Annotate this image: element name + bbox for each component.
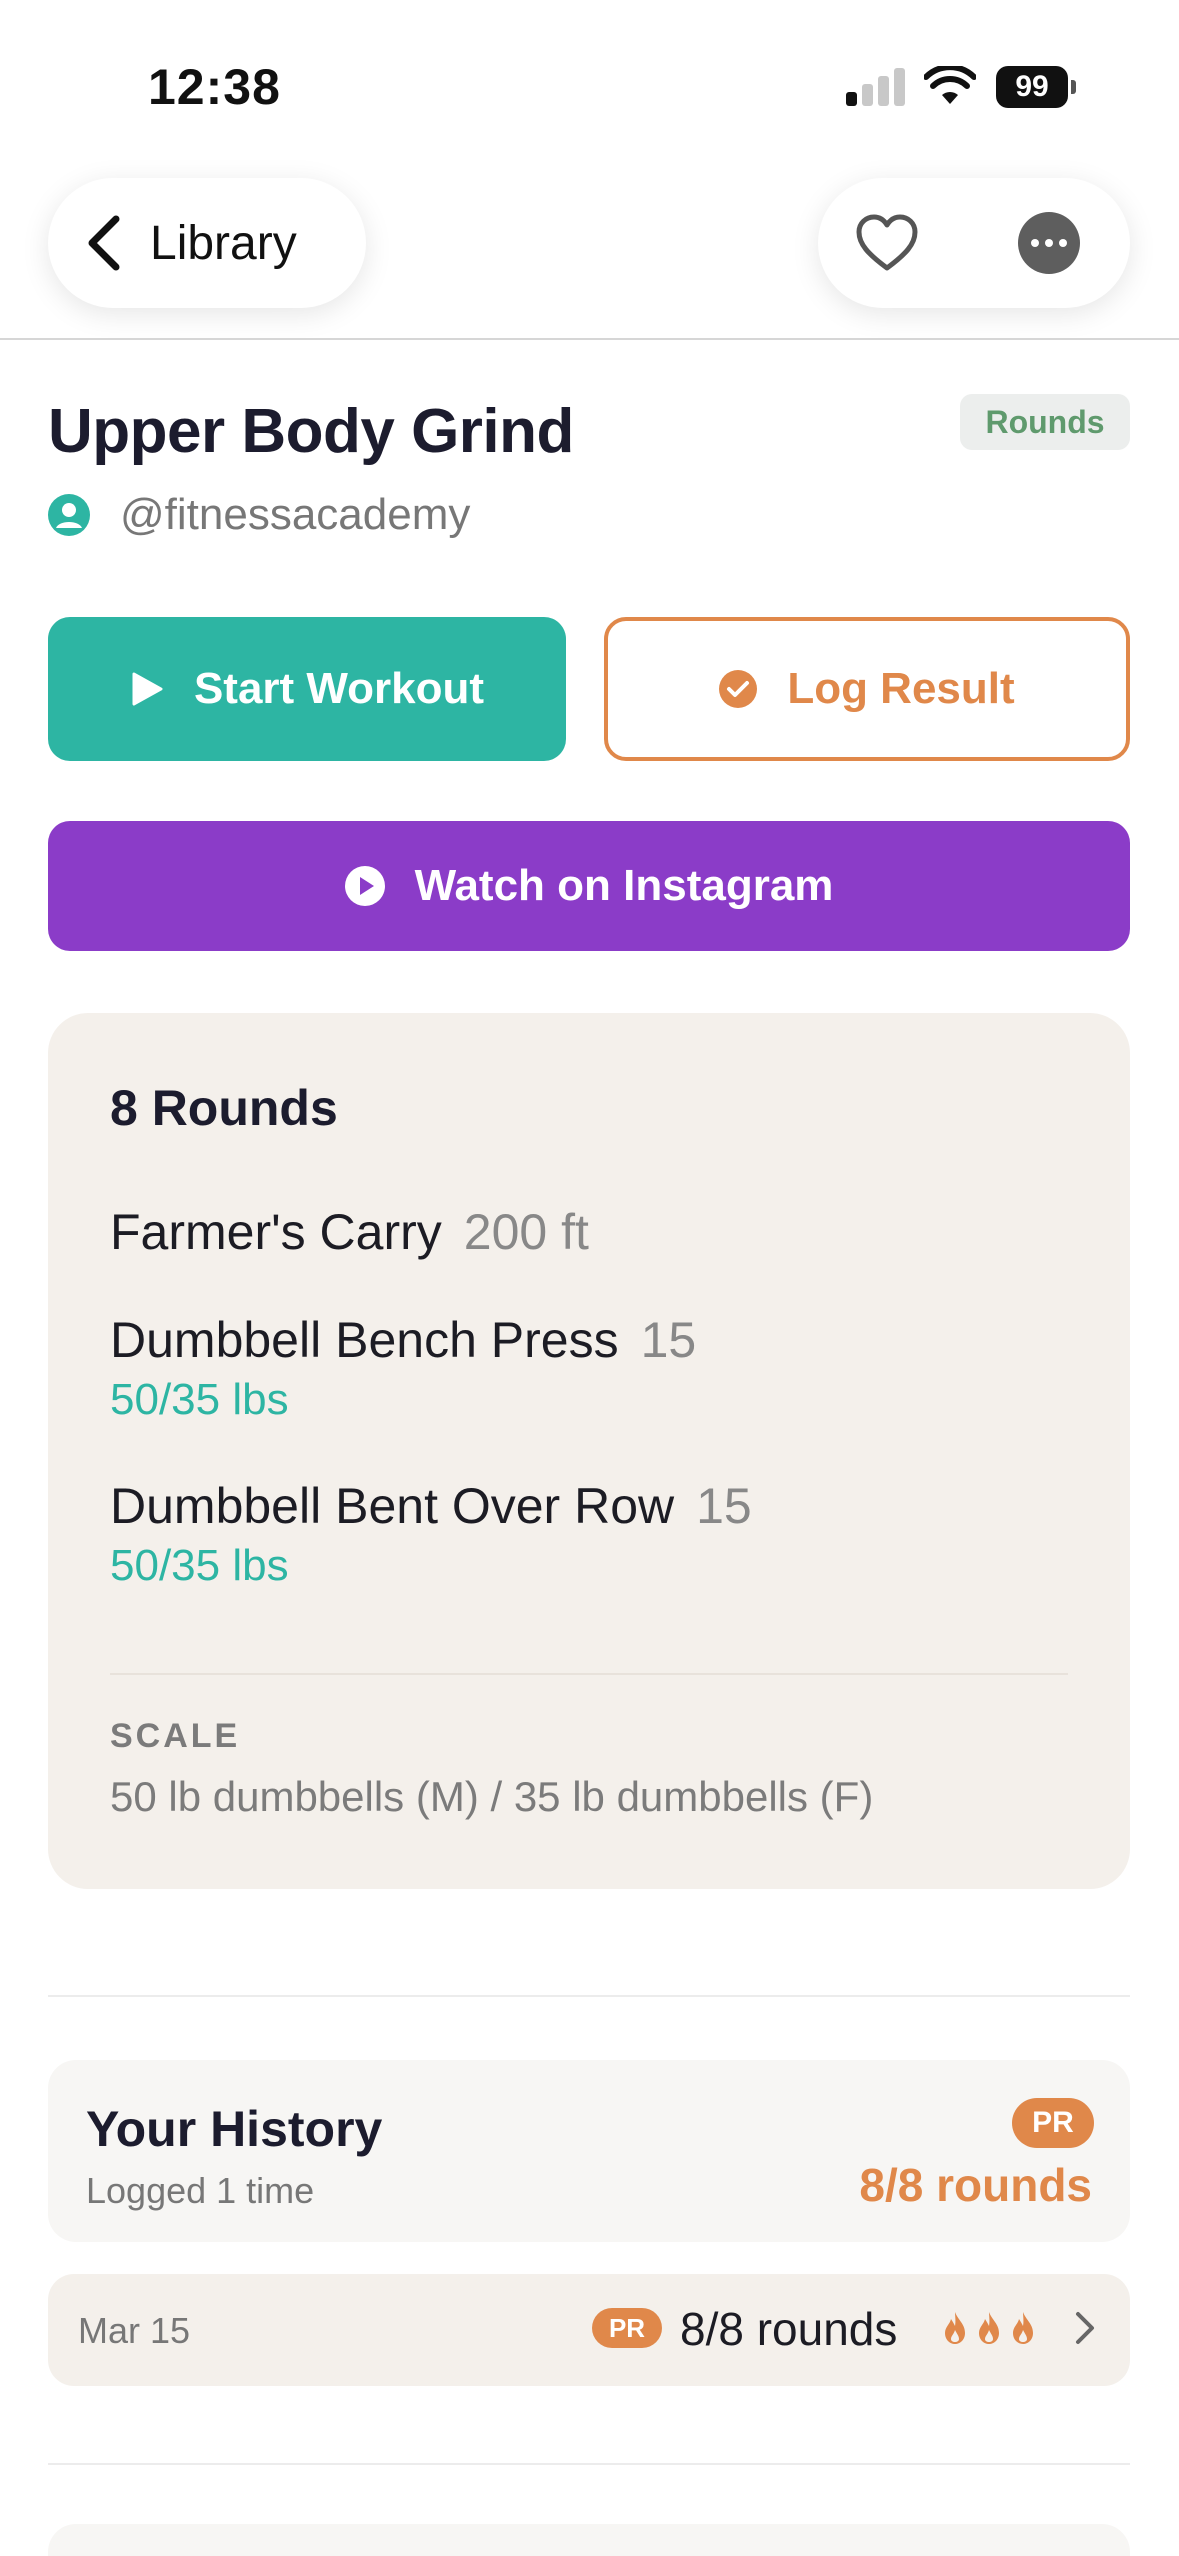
flame-icon [945,2312,965,2344]
watch-instagram-button[interactable]: Watch on Instagram [48,821,1130,951]
workout-title: Upper Body Grind [48,397,574,466]
play-circle-icon [344,866,385,906]
start-workout-button[interactable]: Start Workout [48,617,566,761]
play-icon [132,672,163,706]
intensity-rating [942,2310,1036,2346]
scale-text: 50 lb dumbbells (M) / 35 lb dumbbells (F… [110,1773,874,1820]
entry-date: Mar 15 [78,2310,191,2351]
exercise-quantity: 15 [696,1478,752,1534]
workout-type-badge: Rounds [960,394,1130,450]
author-link[interactable]: @fitnessacademy [48,490,470,540]
exercise-name: Farmer's Carry [110,1204,442,1260]
entry-pr-badge: PR [592,2308,662,2348]
card-divider [110,1673,1068,1675]
pr-badge: PR [1012,2098,1094,2148]
chevron-right-icon [1076,2312,1094,2344]
section-divider [48,2463,1130,2465]
back-button[interactable]: Library [48,178,366,308]
cellular-signal-icon [846,66,906,106]
status-time: 12:38 [148,59,281,115]
entry-result: 8/8 rounds [680,2303,898,2355]
flame-icon [1013,2312,1033,2344]
watch-instagram-label: Watch on Instagram [414,861,834,910]
exercise-weight: 50/35 lbs [110,1541,289,1590]
rounds-heading: 8 Rounds [110,1080,338,1136]
exercise-weight: 50/35 lbs [110,1375,289,1424]
battery-level: 99 [996,66,1068,108]
scale-label: SCALE [110,1717,241,1755]
check-circle-icon [719,670,758,708]
history-summary: Your History Logged 1 time PR 8/8 rounds [48,2060,1130,2242]
exercise-quantity: 200 ft [463,1204,589,1260]
section-divider [48,1995,1130,1997]
workout-card: 8 Rounds Farmer's Carry 200 ft Dumbbell B… [48,1013,1130,1889]
exercise-name: Dumbbell Bent Over Row [110,1478,675,1534]
back-button-label: Library [150,216,297,270]
history-subtitle: Logged 1 time [86,2170,315,2211]
more-options-icon[interactable] [1018,212,1080,274]
nav-actions [818,178,1130,308]
navigation-bar: Library [0,170,1179,340]
wifi-icon [924,66,976,104]
start-workout-label: Start Workout [193,664,485,713]
log-result-label: Log Result [787,664,1015,713]
log-result-button[interactable]: Log Result [604,617,1130,761]
author-handle: @fitnessacademy [120,490,471,539]
user-avatar-icon [48,494,90,536]
flame-icon [979,2312,999,2344]
exercise-item: Farmer's Carry 200 ft [110,1203,589,1261]
battery-icon: 99 [996,66,1076,108]
exercise-item: Dumbbell Bent Over Row 15 50/35 lbs [110,1477,752,1591]
exercise-quantity: 15 [640,1312,697,1368]
history-title: Your History [86,2101,383,2157]
exercise-name: Dumbbell Bench Press [110,1312,619,1368]
next-section-card [48,2524,1130,2556]
exercise-item: Dumbbell Bench Press 15 50/35 lbs [110,1311,696,1425]
chevron-left-icon [88,215,120,271]
status-bar: 12:38 99 [0,0,1179,170]
heart-icon[interactable] [854,212,920,274]
best-result: 8/8 rounds [859,2159,1092,2211]
history-entry[interactable]: Mar 15 PR 8/8 rounds [48,2274,1130,2386]
